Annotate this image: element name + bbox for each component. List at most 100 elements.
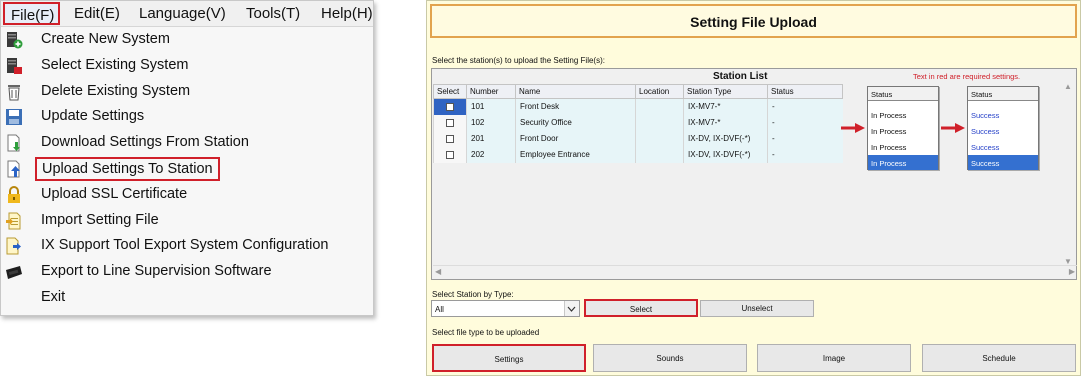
- station-list-table: Select Number Name Location Station Type…: [433, 84, 843, 163]
- vertical-scrollbar[interactable]: ▲ ▼: [1062, 82, 1075, 266]
- station-type-cell: IX-MV7-*: [683, 98, 768, 115]
- menu-item-upload-settings[interactable]: Upload Settings To Station: [1, 156, 373, 182]
- menu-item-label: Download Settings From Station: [41, 134, 249, 151]
- station-type-cell: IX-DV, IX-DVF(-*): [683, 130, 768, 147]
- chevron-down-icon: [567, 306, 576, 312]
- menu-item-export-line-supervision[interactable]: Export to Line Supervision Software: [1, 259, 373, 285]
- menu-item-label: Export to Line Supervision Software: [41, 263, 272, 280]
- setting-file-upload-dialog: Setting File Upload Select the station(s…: [426, 0, 1081, 376]
- menu-item-label: Delete Existing System: [41, 82, 191, 99]
- menu-item-download-settings[interactable]: Download Settings From Station: [1, 130, 373, 156]
- menu-item-label: Create New System: [41, 31, 170, 47]
- station-type-dropdown[interactable]: All: [431, 300, 580, 317]
- menu-help[interactable]: Help(H): [321, 5, 373, 22]
- number-cell: 101: [466, 98, 516, 115]
- table-row[interactable]: 202 Employee Entrance IX-DV, IX-DVF(-*) …: [433, 146, 843, 163]
- schedule-button[interactable]: Schedule: [922, 344, 1076, 372]
- column-header-status[interactable]: Status: [767, 84, 843, 99]
- save-icon: [6, 109, 22, 126]
- status-in-process-box: Status In Process In Process In Process …: [867, 86, 939, 170]
- dropdown-arrow[interactable]: [564, 301, 579, 316]
- select-system-icon: [7, 57, 22, 74]
- scroll-left-icon[interactable]: ◀: [435, 267, 441, 276]
- status-row: In Process: [871, 127, 907, 136]
- location-cell: [635, 146, 684, 163]
- table-header-row: Select Number Name Location Station Type…: [433, 84, 843, 99]
- table-row[interactable]: 101 Front Desk IX-MV7-* -: [433, 98, 843, 115]
- menu-file[interactable]: File(F): [3, 2, 60, 25]
- menu-edit[interactable]: Edit(E): [74, 5, 120, 22]
- location-cell: [635, 130, 684, 147]
- table-row[interactable]: 102 Security Office IX-MV7-* -: [433, 114, 843, 131]
- status-row: Success: [971, 111, 1000, 120]
- menu-item-delete-existing-system[interactable]: Delete Existing System: [1, 79, 373, 105]
- name-cell: Front Door: [515, 130, 636, 147]
- file-menu-list: Create New System Select Existing System…: [1, 27, 373, 311]
- number-cell: 201: [466, 130, 516, 147]
- menu-item-label: Upload Settings To Station: [35, 156, 220, 181]
- status-row: Success: [971, 127, 1000, 136]
- station-type-value: All: [435, 305, 444, 314]
- status-cell: -: [767, 98, 843, 115]
- image-button[interactable]: Image: [757, 344, 911, 372]
- row-checkbox[interactable]: [446, 103, 454, 112]
- scroll-up-icon[interactable]: ▲: [1064, 82, 1072, 91]
- station-list-title: Station List: [713, 71, 768, 82]
- menu-item-label: Exit: [41, 288, 66, 305]
- import-icon: [6, 212, 21, 230]
- select-by-type-label: Select Station by Type:: [432, 290, 514, 299]
- file-type-label: Select file type to be uploaded: [432, 328, 540, 337]
- menu-item-select-existing-system[interactable]: Select Existing System: [1, 53, 373, 79]
- menu-item-label: Import Setting File: [41, 211, 159, 228]
- column-header-number[interactable]: Number: [466, 84, 516, 99]
- menu-item-export-system-configuration[interactable]: IX Support Tool Export System Configurat…: [1, 233, 373, 259]
- menu-item-create-new-system[interactable]: Create New System: [1, 27, 373, 53]
- horizontal-scrollbar[interactable]: ◀ ▶: [433, 265, 1077, 278]
- station-type-cell: IX-MV7-*: [683, 114, 768, 131]
- name-cell: Security Office: [515, 114, 636, 131]
- select-stations-label: Select the station(s) to upload the Sett…: [432, 56, 605, 65]
- select-cell[interactable]: [433, 98, 467, 115]
- menu-item-upload-ssl-certificate[interactable]: Upload SSL Certificate: [1, 182, 373, 208]
- red-arrow-icon: [841, 123, 865, 133]
- lock-icon: [8, 185, 20, 203]
- row-checkbox[interactable]: [446, 134, 454, 143]
- number-cell: 202: [466, 146, 516, 163]
- menu-item-import-setting-file[interactable]: Import Setting File: [1, 208, 373, 234]
- menu-item-exit[interactable]: Exit: [1, 285, 373, 311]
- menu-language[interactable]: Language(V): [139, 5, 226, 22]
- table-row[interactable]: 201 Front Door IX-DV, IX-DVF(-*) -: [433, 130, 843, 147]
- status-cell: -: [767, 146, 843, 163]
- scroll-right-icon[interactable]: ▶: [1069, 267, 1075, 276]
- status-header: Status: [868, 87, 938, 101]
- menu-tools[interactable]: Tools(T): [246, 5, 300, 22]
- unselect-button[interactable]: Unselect: [700, 300, 814, 317]
- settings-button[interactable]: Settings: [432, 344, 586, 372]
- status-cell: -: [767, 130, 843, 147]
- select-cell[interactable]: [433, 130, 467, 147]
- menu-item-update-settings[interactable]: Update Settings: [1, 104, 373, 130]
- menu-item-label: Upload SSL Certificate: [41, 185, 188, 202]
- select-button[interactable]: Select: [584, 299, 698, 317]
- select-cell[interactable]: [433, 146, 467, 163]
- sounds-button[interactable]: Sounds: [593, 344, 747, 372]
- column-header-location[interactable]: Location: [635, 84, 684, 99]
- upload-icon: [7, 160, 20, 178]
- trash-icon: [8, 84, 20, 101]
- location-cell: [635, 98, 684, 115]
- row-checkbox[interactable]: [446, 118, 454, 127]
- name-cell: Employee Entrance: [515, 146, 636, 163]
- name-cell: Front Desk: [515, 98, 636, 115]
- column-header-name[interactable]: Name: [515, 84, 636, 99]
- menu-item-label: Select Existing System: [41, 56, 189, 73]
- status-row: In Process: [871, 111, 907, 120]
- column-header-select[interactable]: Select: [433, 84, 467, 99]
- dialog-title: Setting File Upload: [690, 14, 817, 30]
- menu-item-label: IX Support Tool Export System Configurat…: [41, 237, 329, 254]
- row-checkbox[interactable]: [446, 150, 454, 159]
- select-cell[interactable]: [433, 114, 467, 131]
- column-header-station-type[interactable]: Station Type: [683, 84, 768, 99]
- status-cell: -: [767, 114, 843, 131]
- status-row-selected: In Process: [868, 155, 938, 170]
- red-arrow-icon: [941, 123, 965, 133]
